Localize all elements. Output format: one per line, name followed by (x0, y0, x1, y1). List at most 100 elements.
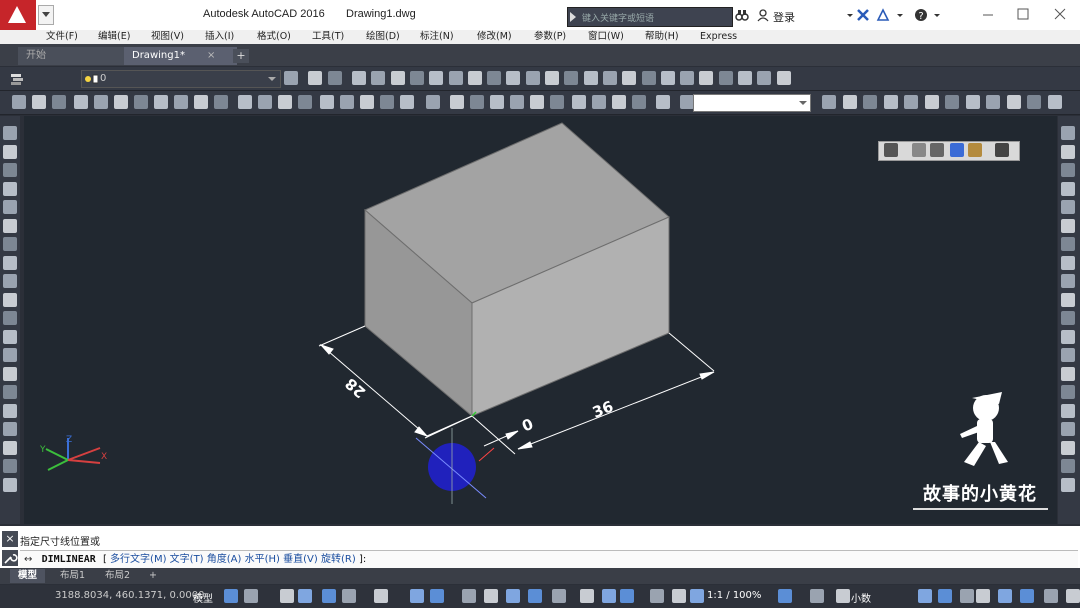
visual-style-dropdown[interactable] (693, 94, 811, 112)
help-icon[interactable]: ? (914, 8, 928, 22)
units-display[interactable]: 小数 (851, 590, 871, 605)
cone-icon[interactable] (719, 71, 733, 85)
render-icon[interactable] (995, 143, 1009, 157)
ucs-zaxis-icon[interactable] (945, 95, 959, 109)
loft-icon[interactable] (468, 71, 482, 85)
scale-icon[interactable] (1061, 256, 1075, 270)
trim-icon[interactable] (1061, 293, 1075, 307)
dynamic-ucs-icon[interactable] (552, 589, 566, 603)
layout-tab-1[interactable]: 布局1 (52, 569, 93, 583)
explode-icon[interactable] (1061, 441, 1075, 455)
option-vertical[interactable]: 垂直(V) (283, 554, 318, 565)
array-icon[interactable] (1061, 200, 1075, 214)
render-region-icon[interactable] (884, 143, 898, 157)
circle-icon[interactable] (3, 237, 17, 251)
ucs-world-icon[interactable] (822, 95, 836, 109)
union-icon[interactable] (487, 71, 501, 85)
intersect-icon[interactable] (400, 95, 414, 109)
ucs-x-icon[interactable] (986, 95, 1000, 109)
ucs-icon[interactable] (114, 95, 128, 109)
auto-scale-icon[interactable] (650, 589, 664, 603)
option-horizontal[interactable]: 水平(H) (245, 554, 280, 565)
grid-icon[interactable] (224, 589, 238, 603)
fillet-icon[interactable] (1061, 404, 1075, 418)
menu-dimension[interactable]: 标注(N) (420, 30, 454, 44)
menu-modify[interactable]: 修改(M) (477, 30, 512, 44)
menu-insert[interactable]: 插入(I) (205, 30, 234, 44)
object-snap-tracking-icon[interactable] (410, 589, 424, 603)
view-icon[interactable] (564, 71, 578, 85)
tab-start[interactable]: 开始 (18, 47, 126, 65)
slice-icon[interactable] (426, 95, 440, 109)
region-icon[interactable] (3, 422, 17, 436)
ucs-z-icon[interactable] (1027, 95, 1041, 109)
stretch-icon[interactable] (1061, 274, 1075, 288)
extend-icon[interactable] (1061, 311, 1075, 325)
layer-icon[interactable] (622, 71, 636, 85)
menu-edit[interactable]: 编辑(E) (98, 30, 130, 44)
edge-icon[interactable] (530, 95, 544, 109)
cone-icon[interactable] (174, 95, 188, 109)
maximize-button[interactable] (1012, 4, 1034, 24)
infer-icon[interactable] (280, 589, 294, 603)
clean-icon[interactable] (612, 95, 626, 109)
transparency-icon[interactable] (484, 589, 498, 603)
solid-icon[interactable] (308, 71, 322, 85)
menu-format[interactable]: 格式(O) (257, 30, 291, 44)
menu-draw[interactable]: 绘图(D) (366, 30, 400, 44)
chevron-down-icon[interactable] (893, 8, 907, 22)
model-space-toggle[interactable]: 模型 (193, 590, 213, 605)
point-icon[interactable] (3, 367, 17, 381)
chevron-down-icon[interactable] (930, 8, 944, 22)
workspace-icon[interactable] (690, 589, 704, 603)
snap-icon[interactable] (244, 589, 258, 603)
object-snap-icon[interactable] (430, 589, 444, 603)
exchange-x-icon[interactable] (856, 8, 870, 22)
intersect-icon[interactable] (526, 71, 540, 85)
ucs-origin-icon[interactable] (925, 95, 939, 109)
minimize-button[interactable] (977, 4, 999, 24)
check-icon[interactable] (632, 95, 646, 109)
revolve-icon[interactable] (278, 95, 292, 109)
ucs-3point-icon[interactable] (966, 95, 980, 109)
union-icon[interactable] (360, 95, 374, 109)
insert-block-icon[interactable] (3, 330, 17, 344)
close-button[interactable] (1049, 4, 1071, 24)
ucs-y-icon[interactable] (1007, 95, 1021, 109)
polysolid-icon[interactable] (238, 95, 252, 109)
face-icon[interactable] (550, 95, 564, 109)
join-icon[interactable] (1061, 367, 1075, 381)
break-icon[interactable] (1061, 348, 1075, 362)
chevron-down-icon[interactable] (843, 8, 857, 22)
line-icon[interactable] (3, 126, 17, 140)
login-link[interactable]: 登录 (773, 9, 795, 25)
menu-express[interactable]: Express (700, 30, 737, 44)
solid-icon[interactable] (680, 71, 694, 85)
tab-close-icon[interactable]: × (207, 50, 215, 61)
wedge-icon[interactable] (154, 95, 168, 109)
loft-icon[interactable] (320, 95, 334, 109)
pan-icon[interactable] (680, 95, 694, 109)
quick-properties-icon[interactable] (810, 589, 824, 603)
construction-line-icon[interactable] (3, 145, 17, 159)
command-input[interactable]: ↔ DIMLINEAR [ 多行文字(M) 文字(T) 角度(A) 水平(H) … (20, 550, 1078, 568)
tab-drawing1[interactable]: Drawing1* (124, 47, 237, 65)
menu-icon[interactable] (1020, 589, 1034, 603)
shell-icon[interactable] (572, 95, 586, 109)
view-front-icon[interactable] (12, 95, 26, 109)
wedge-icon[interactable] (328, 71, 342, 85)
move-icon[interactable] (1061, 219, 1075, 233)
pyramid-icon[interactable] (429, 71, 443, 85)
orbit-icon[interactable] (584, 71, 598, 85)
erase-icon[interactable] (1061, 126, 1075, 140)
add-selected-icon[interactable] (3, 478, 17, 492)
annotation-visibility-icon[interactable] (620, 589, 634, 603)
torus-icon[interactable] (777, 71, 791, 85)
interfere-icon[interactable] (470, 95, 484, 109)
full-screen-icon[interactable] (998, 589, 1012, 603)
option-mtext[interactable]: 多行文字(M) (110, 554, 166, 565)
sphere-icon[interactable] (371, 71, 385, 85)
ucs-apply-icon[interactable] (1048, 95, 1062, 109)
lineweight-icon[interactable] (462, 589, 476, 603)
annotation-scale[interactable]: 1:1 / 100% (707, 590, 761, 601)
